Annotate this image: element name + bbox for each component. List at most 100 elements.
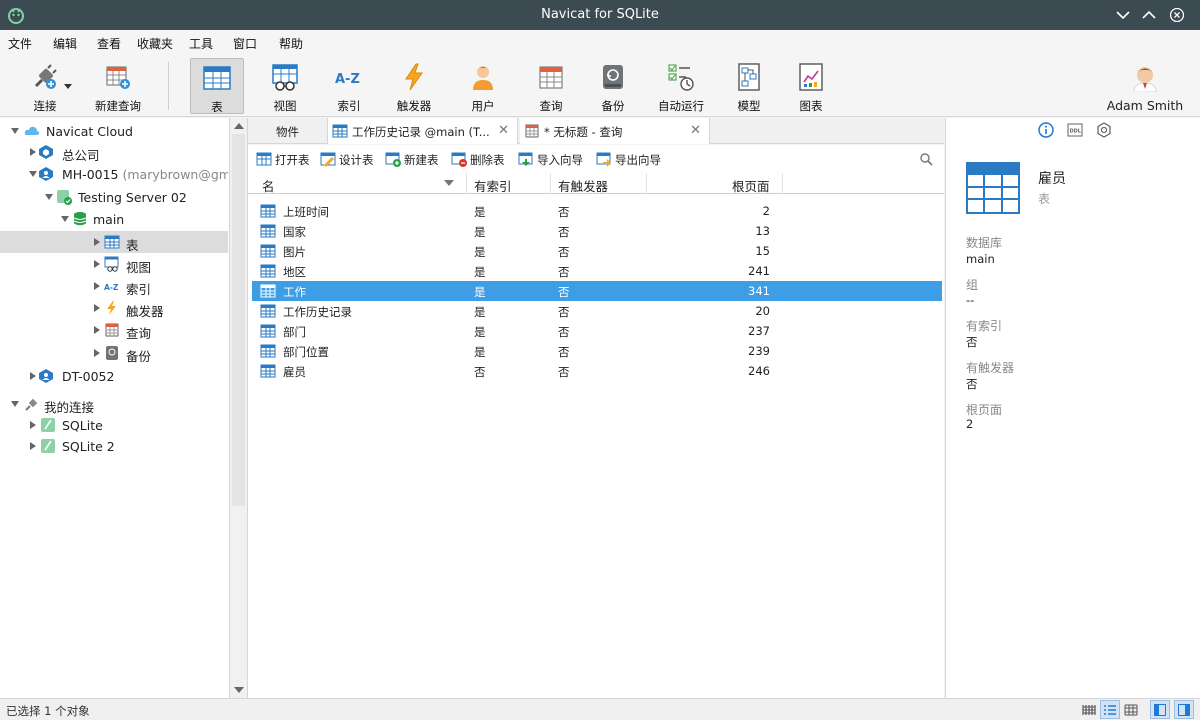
detail-value-root-page: 2 [966, 417, 974, 431]
column-header-has-index[interactable]: 有索引 [474, 176, 512, 195]
cell-root-page: 341 [748, 284, 770, 298]
list-view-icon[interactable] [1082, 704, 1096, 716]
column-header-has-trigger[interactable]: 有触发器 [558, 176, 608, 195]
column-divider[interactable] [550, 173, 551, 194]
plug-icon [25, 398, 38, 411]
column-header-root-page[interactable]: 根页面 [732, 176, 770, 195]
left-pane-toggle[interactable] [1150, 700, 1170, 719]
export-wizard-button[interactable]: 导出向导 [596, 151, 661, 168]
tree-item-views[interactable]: 视图 [0, 253, 228, 275]
table-icon [260, 344, 276, 358]
tree-item-head-office[interactable]: 总公司 [0, 141, 228, 163]
table-row[interactable]: 部门位置 是 否 239 [252, 341, 942, 361]
query-icon [525, 124, 539, 138]
trigger-button[interactable]: 触发器 [390, 58, 438, 114]
sidebar-scrollbar[interactable] [230, 118, 248, 698]
tree-item-sqlite[interactable]: SQLite [0, 414, 228, 436]
scrollbar-thumb[interactable] [232, 134, 245, 506]
tree-item-mh0015[interactable]: MH-0015 (marybrown@gma [0, 163, 228, 185]
ddl-icon[interactable]: DDL [1067, 122, 1083, 138]
table-row[interactable]: 图片 是 否 15 [252, 241, 942, 261]
grid-view-icon[interactable] [1124, 704, 1138, 716]
tree-item-indexes[interactable]: A-Z 索引 [0, 275, 228, 297]
close-tab-icon[interactable]: ✕ [498, 123, 509, 138]
user-button[interactable]: 用户 [460, 58, 506, 114]
object-toolbar: 打开表 设计表 新建表 删除表 导入向导 导出向导 [248, 145, 944, 173]
expand-arrow-icon [45, 194, 53, 200]
tree-item-navicat-cloud[interactable]: Navicat Cloud [0, 120, 228, 142]
new-table-button[interactable]: 新建表 [385, 151, 439, 168]
tree-item-triggers[interactable]: 触发器 [0, 297, 228, 319]
menu-edit[interactable]: 编辑 [53, 35, 77, 52]
maximize-button[interactable] [1138, 4, 1160, 26]
tab-work-history[interactable]: 工作历史记录 @main (T... ✕ [328, 118, 518, 144]
sqlite-icon [41, 439, 55, 453]
tree-item-queries[interactable]: 查询 [0, 319, 228, 341]
lightning-icon [405, 63, 423, 91]
view-button[interactable]: 视图 [262, 58, 308, 114]
info-icon[interactable] [1038, 122, 1054, 138]
table-row[interactable]: 工作历史记录 是 否 20 [252, 301, 942, 321]
detail-view-toggle[interactable] [1100, 700, 1120, 719]
cell-name: 部门 [283, 325, 306, 339]
column-divider[interactable] [646, 173, 647, 194]
tab-objects[interactable]: 物件 [248, 118, 328, 144]
connect-button[interactable]: 连接 [14, 58, 76, 114]
design-table-button[interactable]: 设计表 [320, 151, 374, 168]
menu-tools[interactable]: 工具 [189, 35, 213, 52]
automation-button[interactable]: 自动运行 [654, 58, 708, 114]
tree-item-sqlite2[interactable]: SQLite 2 [0, 435, 228, 457]
close-button[interactable] [1166, 4, 1188, 26]
tree-item-testing-server[interactable]: Testing Server 02 [0, 186, 228, 208]
tree-item-backups[interactable]: 备份 [0, 342, 228, 364]
column-header-name[interactable]: 名 [262, 176, 275, 195]
table-button[interactable]: 表 [190, 58, 244, 114]
user-account-button[interactable]: Adam Smith [1090, 58, 1200, 114]
menu-file[interactable]: 文件 [8, 35, 32, 52]
tab-untitled-query[interactable]: * 无标题 - 查询 ✕ [520, 118, 710, 144]
chart-button[interactable]: 图表 [788, 58, 834, 114]
menu-view[interactable]: 查看 [97, 35, 121, 52]
model-button[interactable]: 模型 [726, 58, 772, 114]
status-text: 已选择 1 个对象 [6, 704, 90, 718]
open-table-button[interactable]: 打开表 [256, 151, 310, 168]
right-pane-toggle[interactable] [1174, 700, 1194, 719]
minimize-button[interactable] [1112, 4, 1134, 26]
delete-table-button[interactable]: 删除表 [451, 151, 505, 168]
scroll-down-icon[interactable] [234, 686, 244, 694]
menu-window[interactable]: 窗口 [233, 35, 257, 52]
tree-item-my-connections[interactable]: 我的连接 [0, 393, 228, 415]
collapse-arrow-icon [94, 326, 100, 334]
cell-has-index: 是 [474, 225, 486, 239]
menu-favorites[interactable]: 收藏夹 [137, 35, 173, 52]
tree-item-tables[interactable]: 表 [0, 231, 228, 253]
expand-arrow-icon [11, 401, 19, 407]
index-button[interactable]: A-Z 索引 [326, 58, 372, 114]
tree-item-dt0052[interactable]: DT-0052 [0, 365, 228, 387]
sort-arrow-icon[interactable] [444, 180, 454, 187]
search-icon[interactable] [920, 153, 933, 166]
menu-help[interactable]: 帮助 [279, 35, 303, 52]
table-row[interactable]: 工作 是 否 341 [252, 281, 942, 301]
table-row[interactable]: 部门 是 否 237 [252, 321, 942, 341]
import-wizard-button[interactable]: 导入向导 [518, 151, 583, 168]
tab-label: * 无标题 - 查询 [544, 125, 623, 139]
table-row[interactable]: 国家 是 否 13 [252, 221, 942, 241]
tab-bar: 物件 工作历史记录 @main (T... ✕ * 无标题 - 查询 ✕ [248, 118, 944, 144]
table-row[interactable]: 雇员 否 否 246 [252, 361, 942, 381]
backup-button[interactable]: 备份 [590, 58, 636, 114]
tree-label: 总公司 [62, 148, 100, 163]
close-tab-icon[interactable]: ✕ [690, 123, 701, 138]
table-row[interactable]: 地区 是 否 241 [252, 261, 942, 281]
status-bar: 已选择 1 个对象 [0, 698, 1200, 720]
table-row[interactable]: 上班时间 是 否 2 [252, 201, 942, 221]
new-query-button[interactable]: 新建查询 [90, 58, 146, 114]
tree-label: 我的连接 [44, 400, 95, 415]
tree-item-main-db[interactable]: main [0, 208, 228, 230]
column-divider[interactable] [782, 173, 783, 194]
column-divider[interactable] [466, 173, 467, 194]
query-button[interactable]: 查询 [528, 58, 574, 114]
collapse-arrow-icon [30, 148, 36, 156]
hexagon-settings-icon[interactable] [1096, 122, 1112, 138]
scroll-up-icon[interactable] [234, 122, 244, 130]
